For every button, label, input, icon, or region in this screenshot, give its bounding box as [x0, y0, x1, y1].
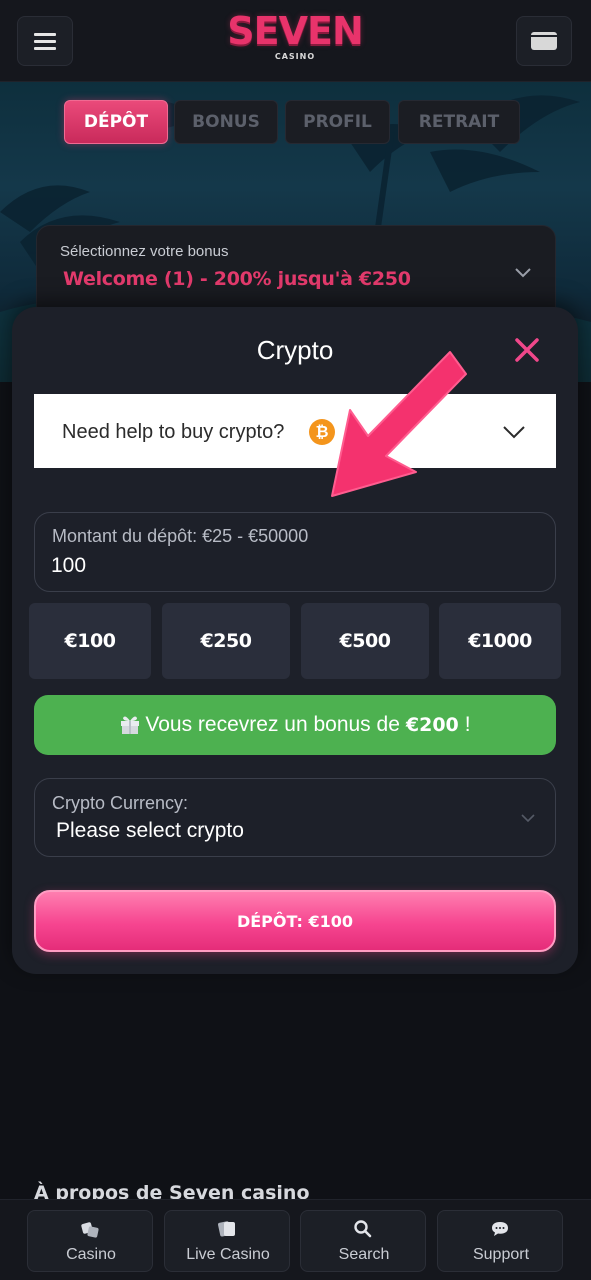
tab-depot[interactable]: DÉPÔT — [64, 100, 168, 144]
nav-casino[interactable]: Casino — [27, 1210, 153, 1272]
nav-live-casino[interactable]: Live Casino — [164, 1210, 290, 1272]
close-icon[interactable] — [512, 335, 542, 365]
nav-support[interactable]: Support — [437, 1210, 563, 1272]
wallet-button[interactable] — [516, 16, 572, 66]
bottom-nav: Casino Live Casino Search Support — [0, 1199, 591, 1280]
nav-label: Live Casino — [186, 1246, 270, 1263]
logo-text: SEVEN — [227, 9, 364, 53]
crypto-value: Please select crypto — [56, 819, 244, 842]
hamburger-icon — [34, 29, 56, 54]
logo[interactable]: SEVEN CASINO — [222, 10, 368, 68]
bonus-banner-prefix: Vous recevrez un bonus de — [145, 713, 400, 736]
preset-amount-250[interactable]: €250 — [162, 603, 290, 679]
bonus-banner-suffix: ! — [464, 713, 471, 736]
crypto-currency-select[interactable]: Crypto Currency: Please select crypto — [34, 778, 556, 857]
crypto-modal: Crypto Need help to buy crypto? ₿ Montan… — [12, 307, 578, 974]
preset-amount-100[interactable]: €100 — [29, 603, 151, 679]
tab-retrait[interactable]: RETRAIT — [398, 100, 520, 144]
tab-profil[interactable]: PROFIL — [285, 100, 390, 144]
deposit-button[interactable]: DÉPÔT: €100 — [34, 890, 556, 952]
cards-icon — [218, 1221, 235, 1237]
nav-label: Casino — [66, 1246, 116, 1263]
bonus-banner-amount: €200 — [405, 714, 459, 736]
bonus-banner: Vous recevrez un bonus de €200 ! — [34, 695, 556, 755]
modal-title: Crypto — [256, 335, 334, 365]
amount-label: Montant du dépôt: €25 - €50000 — [52, 526, 309, 546]
tab-bonus[interactable]: BONUS — [174, 100, 278, 144]
help-text: Need help to buy crypto? — [62, 421, 285, 443]
nav-label: Search — [338, 1246, 390, 1263]
top-header: SEVEN CASINO — [0, 0, 591, 82]
bonus-value: Welcome (1) - 200% jusqu'à €250 — [63, 268, 411, 290]
gift-icon — [121, 716, 140, 734]
nav-search[interactable]: Search — [300, 1210, 426, 1272]
preset-amount-1000[interactable]: €1000 — [439, 603, 561, 679]
chevron-down-icon — [503, 426, 525, 439]
search-icon — [354, 1220, 372, 1238]
logo-subtext: CASINO — [274, 52, 316, 61]
dice-icon — [81, 1222, 99, 1238]
preset-amount-500[interactable]: €500 — [301, 603, 429, 679]
menu-button[interactable] — [17, 16, 73, 66]
arrow-annotation — [331, 351, 467, 497]
bonus-caption: Sélectionnez votre bonus — [60, 243, 229, 260]
chevron-down-icon — [521, 814, 535, 823]
nav-label: Support — [472, 1246, 530, 1263]
chat-icon — [492, 1222, 508, 1236]
chevron-down-icon — [515, 268, 531, 278]
amount-input[interactable] — [51, 554, 531, 578]
deposit-amount-field[interactable]: Montant du dépôt: €25 - €50000 — [34, 512, 556, 592]
wallet-icon — [531, 32, 557, 50]
crypto-label: Crypto Currency: — [52, 793, 189, 813]
